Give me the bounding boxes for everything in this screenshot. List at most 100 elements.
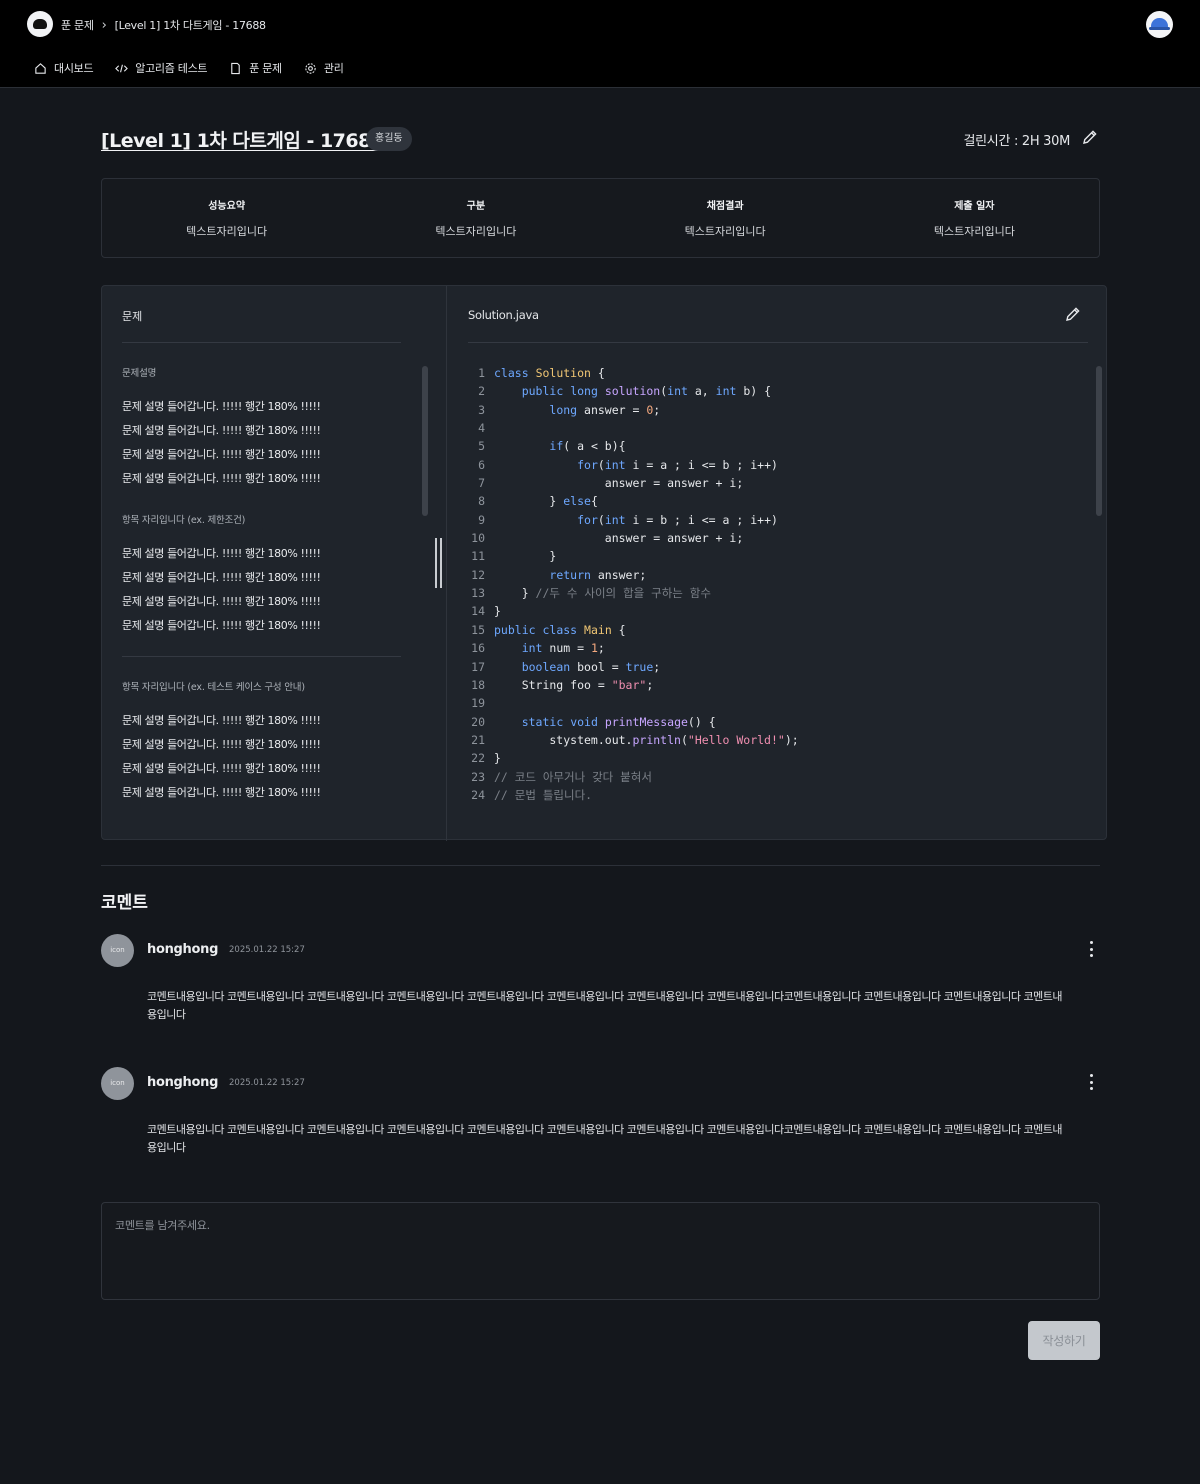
section-title: 문제설명 <box>122 368 157 379</box>
code-line: 11 } <box>448 547 799 565</box>
pane-resize-handle[interactable] <box>431 538 445 588</box>
code-text: answer = answer + i; <box>494 531 744 546</box>
description-line: 문제 설명 들어갑니다. !!!!! 행간 180% !!!!! <box>122 762 321 775</box>
summary-label: 제출 일자 <box>954 201 995 212</box>
breadcrumb-item-solved[interactable]: 푼 문제 <box>61 17 94 33</box>
section-title: 항목 자리입니다 (ex. 제한조건) <box>122 515 246 526</box>
code-text: stystem.out.println("Hello World!"); <box>494 732 799 747</box>
code-line: 16 int num = 1; <box>448 639 799 657</box>
code-scrollbar[interactable] <box>1096 366 1102 516</box>
comments-title: 코멘트 <box>101 893 148 913</box>
more-options-icon[interactable] <box>1088 941 1094 957</box>
comment-input[interactable] <box>101 1202 1100 1300</box>
top-bar: 푼 문제 › [Level 1] 1차 다트게임 - 17688 대시보드 알고… <box>0 0 1200 88</box>
nav-label: 푼 문제 <box>249 62 282 75</box>
divider <box>468 342 1088 343</box>
avatar-hat-brim <box>1149 27 1170 30</box>
code-text: for(int i = a ; i <= b ; i++) <box>577 457 778 472</box>
code-text: return answer; <box>549 567 647 582</box>
logo[interactable] <box>27 11 53 37</box>
code-line: 6 for(int i = a ; i <= b ; i++) <box>448 456 799 474</box>
code-line: 15 public class Main { <box>448 621 799 639</box>
comment-author: honghong <box>147 942 219 957</box>
nav-item-solved[interactable]: 푼 문제 <box>229 60 282 76</box>
code-line: 17 boolean bool = true; <box>448 658 799 676</box>
code-text: // 문법 틀립니다. <box>494 787 593 802</box>
code-line: 24 // 문법 틀립니다. <box>448 786 799 804</box>
more-options-icon[interactable] <box>1088 1074 1094 1090</box>
pencil-icon[interactable] <box>1081 128 1099 146</box>
comment-author: honghong <box>147 1075 219 1090</box>
code-pane: Solution.java 1 class Solution {2 public … <box>448 286 1108 841</box>
main-nav: 대시보드 알고리즘 테스트 푼 문제 관리 <box>34 60 344 76</box>
line-number: 8 <box>478 494 485 509</box>
nav-item-dashboard[interactable]: 대시보드 <box>34 60 94 76</box>
line-number: 20 <box>471 714 485 729</box>
nav-label: 관리 <box>323 62 344 75</box>
comment-date: 2025.01.22 15:27 <box>229 945 305 955</box>
summary-label: 성능요약 <box>208 201 246 212</box>
line-number: 4 <box>478 421 485 436</box>
summary-card: 성능요약 텍스트자리입니다 구분 텍스트자리입니다 채점결과 텍스트자리입니다 … <box>101 178 1100 258</box>
line-number: 18 <box>471 677 485 692</box>
logo-mark <box>33 19 47 29</box>
line-number: 5 <box>478 439 485 454</box>
code-line: 13 } //두 수 사이의 합을 구하는 함수 <box>448 584 799 602</box>
description-line: 문제 설명 들어갑니다. !!!!! 행간 180% !!!!! <box>122 571 321 584</box>
code-line: 2 public long solution(int a, int b) { <box>448 382 799 400</box>
line-number: 15 <box>471 622 485 637</box>
description-line: 문제 설명 들어갑니다. !!!!! 행간 180% !!!!! <box>122 448 321 461</box>
comment-body: 코멘트내용입니다 코멘트내용입니다 코멘트내용입니다 코멘트내용입니다 코멘트내… <box>147 1123 1063 1154</box>
code-line: 5 if( a < b){ <box>448 437 799 455</box>
code-text: answer = answer + i; <box>494 476 744 491</box>
code-text: String foo = "bar"; <box>494 677 654 692</box>
line-number: 19 <box>471 696 485 711</box>
pencil-icon[interactable] <box>1064 305 1082 323</box>
code-line: 14} <box>448 602 799 620</box>
line-number: 13 <box>471 586 485 601</box>
code-text: } <box>494 751 501 766</box>
summary-value: 텍스트자리입니다 <box>186 225 268 238</box>
code-text: for(int i = b ; i <= a ; i++) <box>577 512 778 527</box>
line-number: 1 <box>478 366 485 380</box>
line-number: 24 <box>471 787 485 802</box>
line-number: 9 <box>478 512 485 527</box>
comment-item: icon honghong 2025.01.22 15:27 코멘트내용입니다 … <box>101 1067 1100 1167</box>
nav-item-algorithm-test[interactable]: 알고리즘 테스트 <box>115 60 208 76</box>
line-number: 3 <box>478 402 485 417</box>
section-divider <box>101 865 1100 866</box>
code-text: } else{ <box>494 494 598 509</box>
code-line: 12 return answer; <box>448 566 799 584</box>
description-line: 문제 설명 들어갑니다. !!!!! 행간 180% !!!!! <box>122 400 321 413</box>
line-number: 21 <box>471 732 485 747</box>
code-line: 4 <box>448 419 799 437</box>
line-number: 12 <box>471 567 485 582</box>
code-text: long answer = 0; <box>549 402 661 417</box>
code-line: 18 String foo = "bar"; <box>448 676 799 694</box>
breadcrumb-item-current: [Level 1] 1차 다트게임 - 17688 <box>114 19 266 32</box>
description-line: 문제 설명 들어갑니다. !!!!! 행간 180% !!!!! <box>122 547 321 560</box>
code-text: class Solution { <box>494 366 605 380</box>
user-avatar[interactable] <box>1146 11 1173 38</box>
gear-icon <box>305 62 316 74</box>
summary-value: 텍스트자리입니다 <box>933 225 1015 238</box>
divider <box>122 656 401 657</box>
code-line: 22} <box>448 749 799 767</box>
line-number: 16 <box>471 641 485 656</box>
code-text: boolean bool = true; <box>521 659 661 674</box>
nav-item-admin[interactable]: 관리 <box>304 60 344 76</box>
breadcrumb: 푼 문제 › [Level 1] 1차 다트게임 - 17688 <box>61 17 266 33</box>
summary-label: 채점결과 <box>706 201 744 212</box>
description-line: 문제 설명 들어갑니다. !!!!! 행간 180% !!!!! <box>122 424 321 437</box>
document-icon <box>231 62 240 74</box>
summary-label: 구분 <box>466 201 486 212</box>
comment-item: icon honghong 2025.01.22 15:27 코멘트내용입니다 … <box>101 934 1100 1034</box>
code-text: if( a < b){ <box>549 439 626 454</box>
code-line: 23 // 코드 아무거나 갖다 붙혀서 <box>448 768 799 786</box>
problem-scrollbar[interactable] <box>422 366 428 516</box>
code-text: } <box>494 549 557 564</box>
code-line: 7 answer = answer + i; <box>448 474 799 492</box>
submit-comment-button[interactable]: 작성하기 <box>1028 1321 1100 1360</box>
code-editor[interactable]: 1 class Solution { 2 public long solution(… <box>448 364 799 804</box>
page-title[interactable]: [Level 1] 1차 다트게임 - 17688 <box>101 126 384 153</box>
